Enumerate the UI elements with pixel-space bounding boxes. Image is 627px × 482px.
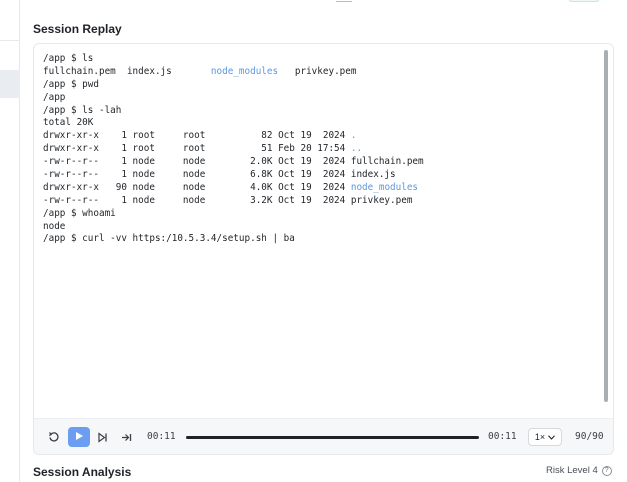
- frame-counter: 90/90: [575, 431, 604, 442]
- terminal-output: /app $ ls fullchain.pem index.js node_mod…: [34, 44, 613, 418]
- play-button[interactable]: [68, 427, 90, 447]
- terminal-text: drwxr-xr-x 1 root root 51 Feb 20 17:54: [43, 143, 351, 155]
- terminal-line: drwxr-xr-x 1 root root 82 Oct 19 2024 .: [43, 130, 613, 143]
- top-status-button[interactable]: [568, 0, 600, 2]
- terminal-line: node: [43, 221, 613, 234]
- total-time: 00:11: [488, 431, 517, 442]
- terminal-line: /app: [43, 92, 613, 105]
- directory-name: .: [350, 130, 357, 142]
- terminal-text: /app $ ls -lah: [43, 104, 122, 116]
- risk-level-label: Risk Level 4: [546, 465, 598, 476]
- terminal-text: -rw-r--r-- 1 node node 6.8K Oct 19 2024 …: [43, 169, 396, 181]
- terminal-text: fullchain.pem index.js: [43, 65, 211, 77]
- terminal-text: node: [43, 220, 66, 232]
- terminal-text: /app: [43, 91, 66, 103]
- terminal-text: drwxr-xr-x 1 root root 82 Oct 19 2024: [43, 130, 351, 142]
- skip-end-icon[interactable]: [118, 429, 134, 445]
- terminal-text: privkey.pem: [278, 65, 357, 77]
- play-icon: [74, 428, 84, 446]
- player-controls: 00:11 00:11 1× 90/90: [34, 418, 613, 454]
- terminal-line: /app $ curl -vv https:/10.5.3.4/setup.sh…: [43, 233, 613, 246]
- terminal-line: total 20K: [43, 117, 613, 130]
- directory-name: node_modules: [350, 181, 419, 193]
- directory-name: ..: [350, 143, 363, 155]
- terminal-line: drwxr-xr-x 90 node node 4.0K Oct 19 2024…: [43, 182, 613, 195]
- chevron-down-icon: [548, 432, 556, 442]
- risk-level: Risk Level 4 ?: [546, 465, 612, 476]
- progress-bar[interactable]: [186, 436, 479, 439]
- sidebar-divider: [0, 40, 20, 41]
- terminal-text: drwxr-xr-x 90 node node 4.0K Oct 19 2024: [43, 181, 351, 193]
- terminal-line: /app $ ls -lah: [43, 105, 613, 118]
- terminal-text: /app $ pwd: [43, 78, 99, 90]
- speed-value: 1×: [534, 432, 546, 442]
- terminal-text: -rw-r--r-- 1 node node 2.0K Oct 19 2024 …: [43, 156, 424, 168]
- session-analysis-title: Session Analysis: [33, 465, 132, 479]
- terminal-scrollbar[interactable]: [604, 50, 608, 402]
- sidebar: [0, 0, 20, 482]
- terminal-text: -rw-r--r-- 1 node node 3.2K Oct 19 2024 …: [43, 194, 413, 206]
- terminal-line: -rw-r--r-- 1 node node 3.2K Oct 19 2024 …: [43, 195, 613, 208]
- sidebar-item-active[interactable]: [0, 70, 20, 98]
- restart-icon[interactable]: [46, 429, 62, 445]
- terminal-text: /app $ ls: [43, 53, 94, 64]
- terminal-text: /app $ curl -vv https:/10.5.3.4/setup.sh…: [43, 233, 295, 245]
- session-replay-title: Session Replay: [33, 22, 122, 36]
- top-toolbar-fragment: [336, 0, 352, 2]
- terminal-line: -rw-r--r-- 1 node node 6.8K Oct 19 2024 …: [43, 169, 613, 182]
- terminal-line: fullchain.pem index.js node_modules priv…: [43, 66, 613, 79]
- terminal-line: /app $ whoami: [43, 208, 613, 221]
- terminal-line: /app $ pwd: [43, 79, 613, 92]
- terminal-line: -rw-r--r-- 1 node node 2.0K Oct 19 2024 …: [43, 156, 613, 169]
- terminal-text: total 20K: [43, 117, 94, 129]
- terminal-text: /app $ whoami: [43, 207, 116, 219]
- directory-name: node_modules: [210, 65, 279, 77]
- terminal-line: drwxr-xr-x 1 root root 51 Feb 20 17:54 .…: [43, 143, 613, 156]
- terminal-line: /app $ ls: [43, 53, 613, 66]
- help-icon[interactable]: ?: [601, 465, 612, 476]
- current-time: 00:11: [147, 431, 176, 442]
- session-replay-panel: /app $ ls fullchain.pem index.js node_mod…: [33, 43, 614, 455]
- speed-select[interactable]: 1×: [528, 428, 562, 446]
- skip-forward-icon[interactable]: [94, 429, 110, 445]
